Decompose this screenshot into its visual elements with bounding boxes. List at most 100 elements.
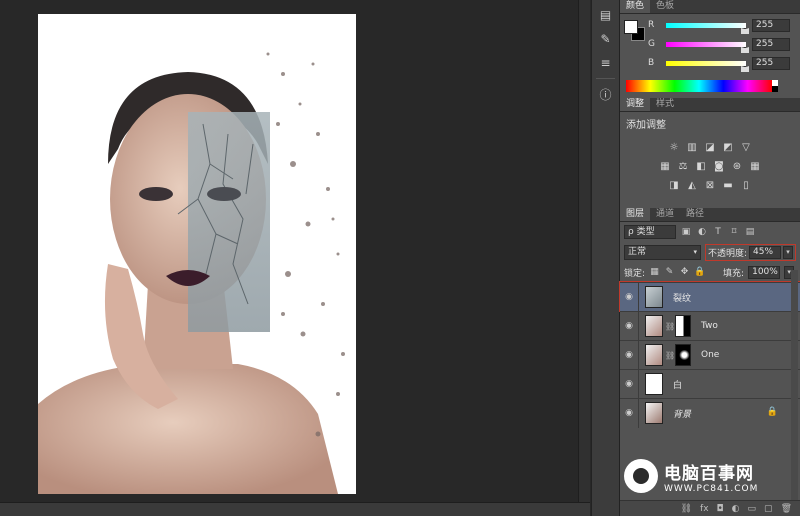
exposure-icon[interactable]: ◩ xyxy=(722,142,734,154)
layer-name[interactable]: 背景 xyxy=(673,407,691,420)
visibility-eye-icon[interactable]: ◉ xyxy=(620,350,638,360)
threshold-icon[interactable]: ⊠ xyxy=(704,180,716,192)
visibility-eye-icon[interactable]: ◉ xyxy=(620,321,638,331)
canvas-area[interactable] xyxy=(0,0,590,516)
adjustments-panel: 添加调整 ☼ ▥ ◪ ◩ ▽ ▦ ⚖ ◧ ◙ ⊛ ▦ ◨ ◭ ⊠ ▬ ▯ xyxy=(620,112,800,208)
gradient-map-icon[interactable]: ▬ xyxy=(722,180,734,192)
tab-color[interactable]: 颜色 xyxy=(620,0,651,13)
shape-filter-icon[interactable]: ⌑ xyxy=(728,226,740,238)
blue-channel-row: B 255 xyxy=(648,56,798,72)
opacity-input[interactable]: 45% xyxy=(749,245,781,259)
properties-icon[interactable]: ≡ xyxy=(596,54,616,72)
layer-column-divider xyxy=(638,311,639,341)
layer-thumbnail[interactable] xyxy=(645,315,663,337)
layer-name[interactable]: One xyxy=(701,350,719,360)
lock-pixels-icon[interactable]: ✎ xyxy=(664,267,675,277)
opacity-control: 不透明度: 45% ▾ xyxy=(704,243,796,261)
pixel-filter-icon[interactable]: ▣ xyxy=(680,226,692,238)
blue-channel-label: B xyxy=(648,58,655,68)
green-channel-slider[interactable] xyxy=(666,41,749,53)
brightness-contrast-icon[interactable]: ☼ xyxy=(668,142,680,154)
layer-name[interactable]: Two xyxy=(701,321,718,331)
posterize-icon[interactable]: ◭ xyxy=(686,180,698,192)
smart-object-filter-icon[interactable]: ▤ xyxy=(744,226,756,238)
layer-row-two[interactable]: ◉ ⛓ Two xyxy=(620,311,800,341)
layer-row-background[interactable]: ◉ 背景 🔒 xyxy=(620,398,800,428)
site-watermark: 电脑百事网 WWW.PC841.COM xyxy=(620,454,800,498)
levels-icon[interactable]: ▥ xyxy=(686,142,698,154)
channel-mixer-icon[interactable]: ⊛ xyxy=(731,161,743,173)
type-filter-icon[interactable]: T xyxy=(712,226,724,238)
canvas-vertical-scrollbar[interactable] xyxy=(578,0,590,502)
black-white-icon[interactable]: ◧ xyxy=(695,161,707,173)
history-icon[interactable]: ▤ xyxy=(596,6,616,24)
lock-transparency-icon[interactable]: ▦ xyxy=(649,267,660,277)
layer-thumbnail[interactable] xyxy=(645,373,663,395)
tab-swatches[interactable]: 色板 xyxy=(650,0,680,13)
adjustment-filter-icon[interactable]: ◐ xyxy=(696,226,708,238)
blue-channel-value[interactable]: 255 xyxy=(752,56,790,70)
layer-row-white[interactable]: ◉ 白 xyxy=(620,369,800,399)
link-layers-icon[interactable]: ⛓ xyxy=(681,504,692,514)
layer-column-divider xyxy=(638,282,639,312)
delete-layer-icon[interactable]: 🗑 xyxy=(781,504,792,514)
layer-name[interactable]: 裂纹 xyxy=(673,291,691,304)
green-channel-value[interactable]: 255 xyxy=(752,37,790,51)
curves-icon[interactable]: ◪ xyxy=(704,142,716,154)
layer-thumbnail[interactable] xyxy=(645,286,663,308)
visibility-eye-icon[interactable]: ◉ xyxy=(620,292,638,302)
black-white-swatch[interactable] xyxy=(772,80,778,92)
new-group-icon[interactable]: ▭ xyxy=(748,504,757,514)
red-channel-value[interactable]: 255 xyxy=(752,18,790,32)
foreground-color-swatch[interactable] xyxy=(624,20,638,34)
green-channel-row: G 255 xyxy=(648,37,798,53)
opacity-slider-toggle-icon[interactable]: ▾ xyxy=(783,245,793,259)
fill-input[interactable]: 100% xyxy=(748,265,781,279)
brush-preset-icon[interactable]: ✎ xyxy=(596,30,616,48)
blue-channel-slider[interactable] xyxy=(666,60,749,72)
color-balance-icon[interactable]: ⚖ xyxy=(677,161,689,173)
layer-filter-select[interactable]: ρ 类型 xyxy=(624,225,676,239)
visibility-eye-icon[interactable]: ◉ xyxy=(620,408,638,418)
layer-row-cracks[interactable]: ◉ 裂纹 xyxy=(619,281,800,312)
layer-mask-thumbnail[interactable] xyxy=(675,315,691,337)
tab-channels[interactable]: 通道 xyxy=(650,208,680,221)
layer-mask-thumbnail[interactable] xyxy=(675,344,691,366)
info-icon[interactable]: ⓘ xyxy=(596,85,616,103)
document-canvas[interactable] xyxy=(38,14,356,494)
mask-link-icon[interactable]: ⛓ xyxy=(665,351,675,360)
photo-filter-icon[interactable]: ◙ xyxy=(713,161,725,173)
visibility-eye-icon[interactable]: ◉ xyxy=(620,379,638,389)
invert-icon[interactable]: ◨ xyxy=(668,180,680,192)
lock-all-icon[interactable]: 🔒 xyxy=(694,267,705,277)
tab-paths[interactable]: 路径 xyxy=(680,208,710,221)
canvas-horizontal-scrollbar[interactable] xyxy=(0,502,590,516)
layer-thumbnail[interactable] xyxy=(645,344,663,366)
tab-styles[interactable]: 样式 xyxy=(650,98,680,111)
vibrance-icon[interactable]: ▽ xyxy=(740,142,752,154)
new-adjustment-icon[interactable]: ◐ xyxy=(732,504,740,514)
color-lookup-icon[interactable]: ▦ xyxy=(749,161,761,173)
blue-slider-thumb[interactable] xyxy=(741,65,749,72)
color-spectrum-bar[interactable] xyxy=(626,80,772,92)
selective-color-icon[interactable]: ▯ xyxy=(740,180,752,192)
add-mask-icon[interactable]: ◘ xyxy=(717,504,724,514)
layer-row-one[interactable]: ◉ ⛓ One xyxy=(620,340,800,370)
red-channel-slider[interactable] xyxy=(666,22,749,34)
tab-adjustments[interactable]: 调整 xyxy=(620,98,651,111)
mask-link-icon[interactable]: ⛓ xyxy=(665,322,675,331)
layer-column-divider xyxy=(638,340,639,370)
layer-thumbnail[interactable] xyxy=(645,402,663,424)
panel-tool-strip: ▤ ✎ ≡ ⓘ xyxy=(591,0,620,516)
lock-position-icon[interactable]: ✥ xyxy=(679,267,690,277)
layer-name[interactable]: 白 xyxy=(673,378,682,391)
new-layer-icon[interactable]: ▢ xyxy=(764,504,773,514)
red-slider-thumb[interactable] xyxy=(741,27,749,34)
layer-style-icon[interactable]: fx xyxy=(700,504,709,514)
hue-saturation-icon[interactable]: ▦ xyxy=(659,161,671,173)
blend-mode-select[interactable]: 正常 ▾ xyxy=(624,244,701,260)
opacity-label: 不透明度: xyxy=(707,248,747,259)
green-slider-thumb[interactable] xyxy=(741,46,749,53)
watermark-url: WWW.PC841.COM xyxy=(664,483,759,494)
tab-layers[interactable]: 图层 xyxy=(620,208,651,221)
